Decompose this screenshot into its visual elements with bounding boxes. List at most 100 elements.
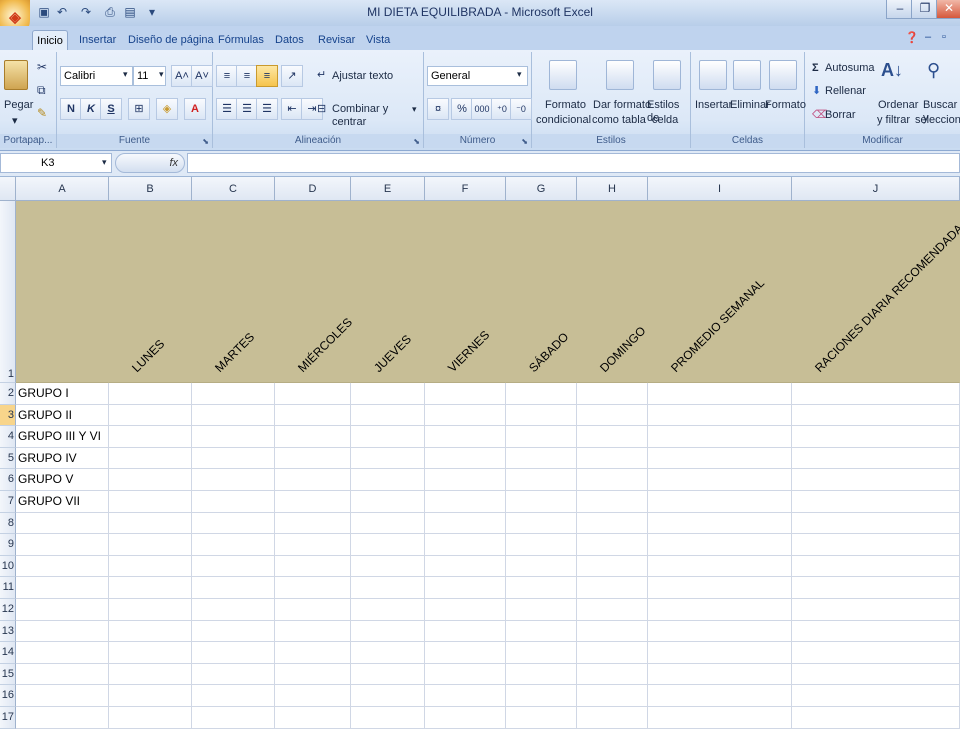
cell-g2[interactable] [506,383,577,405]
cell-b5[interactable] [109,447,192,470]
cell-a13[interactable] [16,620,109,643]
group-label-5[interactable]: GRUPO V [16,469,109,491]
cell-f3[interactable] [425,404,506,427]
cell-c17[interactable] [192,707,275,729]
cell-d11[interactable] [275,577,351,599]
row-header-13[interactable]: 13 [0,620,16,643]
cell-j2[interactable] [792,383,960,405]
cell-e8[interactable] [351,512,425,535]
cell-g10[interactable] [506,555,577,578]
cell-d3[interactable] [275,404,351,427]
cell-i13[interactable] [648,620,792,643]
column-header-h[interactable]: H [577,177,648,201]
cell-d7[interactable] [275,491,351,513]
cell-j14[interactable] [792,642,960,664]
cell-h8[interactable] [577,512,648,535]
cell-j11[interactable] [792,577,960,599]
cell-a15[interactable] [16,663,109,686]
cell-a16[interactable] [16,685,109,707]
cell-g8[interactable] [506,512,577,535]
row-header-15[interactable]: 15 [0,663,16,686]
cell-h9[interactable] [577,534,648,556]
column-header-c[interactable]: C [192,177,275,201]
cell-d5[interactable] [275,447,351,470]
cell-h2[interactable] [577,383,648,405]
cell-d14[interactable] [275,642,351,664]
cell-b17[interactable] [109,707,192,729]
column-header-f[interactable]: F [425,177,506,201]
cell-g7[interactable] [506,491,577,513]
cell-d4[interactable] [275,426,351,448]
cell-i7[interactable] [648,491,792,513]
cell-c2[interactable] [192,383,275,405]
group-label-4[interactable]: GRUPO IV [16,447,109,470]
cell-g14[interactable] [506,642,577,664]
row-header-8[interactable]: 8 [0,512,16,535]
cell-g3[interactable] [506,404,577,427]
row-header-11[interactable]: 11 [0,577,16,599]
group-label-1[interactable]: GRUPO I [16,383,109,405]
row-header-4[interactable]: 4 [0,426,16,448]
cell-e4[interactable] [351,426,425,448]
cell-a8[interactable] [16,512,109,535]
cell-j6[interactable] [792,469,960,491]
column-header-a[interactable]: A [16,177,109,201]
cell-j9[interactable] [792,534,960,556]
cell-b12[interactable] [109,599,192,621]
cell-f8[interactable] [425,512,506,535]
cell-a14[interactable] [16,642,109,664]
cell-b2[interactable] [109,383,192,405]
cell-h16[interactable] [577,685,648,707]
cell-j3[interactable] [792,404,960,427]
cell-c10[interactable] [192,555,275,578]
cell-j16[interactable] [792,685,960,707]
group-label-6[interactable]: GRUPO VII [16,491,109,513]
cell-b16[interactable] [109,685,192,707]
column-header-j[interactable]: J [792,177,960,201]
cell-d13[interactable] [275,620,351,643]
cell-a12[interactable] [16,599,109,621]
cell-j4[interactable] [792,426,960,448]
cell-i8[interactable] [648,512,792,535]
row-header-12[interactable]: 12 [0,599,16,621]
cell-d6[interactable] [275,469,351,491]
cell-d8[interactable] [275,512,351,535]
cell-f5[interactable] [425,447,506,470]
worksheet-grid[interactable]: A B C D E F G H I J 1 2 3 4 5 6 7 8 9 10 11 12 13 14 15 16 17 GRUPO… [0,0,960,729]
cell-d10[interactable] [275,555,351,578]
cell-b6[interactable] [109,469,192,491]
cell-c14[interactable] [192,642,275,664]
cell-j7[interactable] [792,491,960,513]
cell-c16[interactable] [192,685,275,707]
cell-f6[interactable] [425,469,506,491]
cell-c5[interactable] [192,447,275,470]
cell-c13[interactable] [192,620,275,643]
cell-a9[interactable] [16,534,109,556]
cell-f12[interactable] [425,599,506,621]
cell-e6[interactable] [351,469,425,491]
row-header-16[interactable]: 16 [0,685,16,707]
row-header-9[interactable]: 9 [0,534,16,556]
cell-i3[interactable] [648,404,792,427]
cell-f15[interactable] [425,663,506,686]
cell-c15[interactable] [192,663,275,686]
group-label-3[interactable]: GRUPO III Y VI [16,426,109,448]
cell-d2[interactable] [275,383,351,405]
cell-e7[interactable] [351,491,425,513]
cell-i4[interactable] [648,426,792,448]
cell-h12[interactable] [577,599,648,621]
cell-b13[interactable] [109,620,192,643]
cell-c11[interactable] [192,577,275,599]
cell-d16[interactable] [275,685,351,707]
cell-c3[interactable] [192,404,275,427]
cell-f14[interactable] [425,642,506,664]
row-header-17[interactable]: 17 [0,707,16,729]
cell-i2[interactable] [648,383,792,405]
cell-i6[interactable] [648,469,792,491]
cell-j12[interactable] [792,599,960,621]
cell-e17[interactable] [351,707,425,729]
cell-j13[interactable] [792,620,960,643]
row-header-14[interactable]: 14 [0,642,16,664]
row-header-1[interactable]: 1 [0,201,16,383]
column-header-d[interactable]: D [275,177,351,201]
